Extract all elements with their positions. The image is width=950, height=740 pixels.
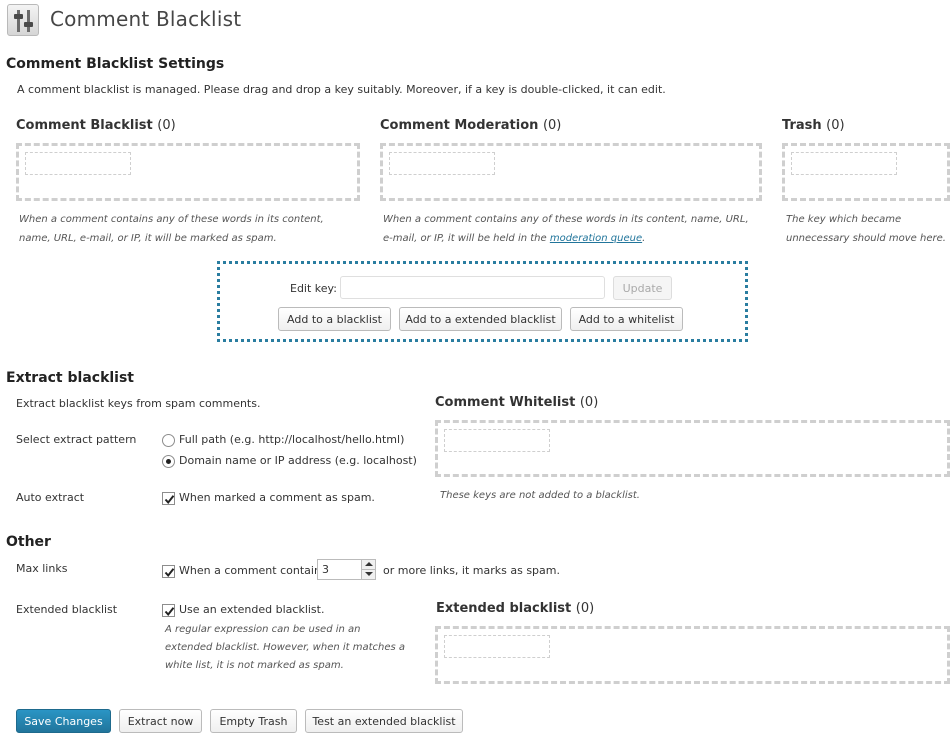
settings-description: A comment blacklist is managed. Please d… <box>17 83 666 96</box>
extended-blacklist-drop-zone[interactable] <box>435 626 950 684</box>
moderation-note-line1: When a comment contains any of these wor… <box>383 214 749 225</box>
settings-sliders-icon <box>7 4 39 36</box>
moderation-note-line2: e-mail, or IP, it will be held in the mo… <box>383 229 749 248</box>
trash-title: Trash (0) <box>782 118 845 133</box>
auto-extract-checkbox-label[interactable]: When marked a comment as spam. <box>179 491 375 504</box>
max-links-label: Max links <box>16 562 68 575</box>
edit-key-panel: Edit key: Update Add to a blacklist Add … <box>217 261 748 342</box>
whitelist-title-text: Comment Whitelist <box>435 395 576 410</box>
trash-note: The key which became unnecessary should … <box>786 210 946 248</box>
trash-title-text: Trash <box>782 118 822 133</box>
whitelist-note: These keys are not added to a blacklist. <box>440 490 640 501</box>
settings-heading: Comment Blacklist Settings <box>6 56 225 72</box>
stepper-down-arrow-icon[interactable] <box>361 570 375 579</box>
checkmark-icon <box>164 495 175 505</box>
add-to-blacklist-button[interactable]: Add to a blacklist <box>278 307 391 331</box>
moderation-note-suffix: . <box>642 233 646 244</box>
add-to-extended-blacklist-button[interactable]: Add to a extended blacklist <box>399 307 562 331</box>
extended-placeholder-slot <box>444 635 550 658</box>
moderation-note: When a comment contains any of these wor… <box>383 210 749 248</box>
whitelist-drop-zone[interactable] <box>435 420 950 477</box>
extended-note-line2: extended blacklist. However, when it mat… <box>165 642 406 653</box>
extended-blacklist-note: A regular expression can be used in an e… <box>165 621 405 675</box>
full-path-radio[interactable] <box>162 434 175 447</box>
extended-list-title-text: Extended blacklist <box>436 601 572 616</box>
moderation-count: (0) <box>542 118 562 133</box>
stepper-up-arrow-icon[interactable] <box>361 560 375 570</box>
extract-pattern-label: Select extract pattern <box>16 433 137 446</box>
extended-blacklist-label: Extended blacklist <box>16 603 118 616</box>
domain-radio[interactable] <box>162 455 175 468</box>
auto-extract-checkbox[interactable] <box>162 492 175 505</box>
whitelist-placeholder-slot <box>444 429 550 452</box>
blacklist-note-line1: When a comment contains any of these wor… <box>19 214 324 225</box>
moderation-title-text: Comment Moderation <box>380 118 539 133</box>
extract-description: Extract blacklist keys from spam comment… <box>16 397 261 410</box>
extended-note-line1: A regular expression can be used in an <box>165 624 361 635</box>
empty-trash-button[interactable]: Empty Trash <box>210 709 297 733</box>
extended-blacklist-checkbox-label[interactable]: Use an extended blacklist. <box>179 603 324 616</box>
full-path-option-label[interactable]: Full path (e.g. http://localhost/hello.h… <box>179 433 404 446</box>
page-title: Comment Blacklist <box>50 7 242 31</box>
moderation-drop-zone[interactable] <box>380 143 762 201</box>
blacklist-placeholder-slot <box>25 152 131 175</box>
max-links-suffix: or more links, it marks as spam. <box>383 564 560 577</box>
checkmark-icon <box>164 607 175 617</box>
extended-blacklist-checkbox[interactable] <box>162 604 175 617</box>
trash-count: (0) <box>826 118 845 133</box>
save-changes-button[interactable]: Save Changes <box>16 709 111 733</box>
other-heading: Other <box>6 534 51 550</box>
blacklist-count: (0) <box>157 118 176 133</box>
blacklist-title: Comment Blacklist (0) <box>16 118 176 133</box>
max-links-stepper[interactable]: 3 <box>317 559 376 580</box>
blacklist-title-text: Comment Blacklist <box>16 118 153 133</box>
trash-note-line2: unnecessary should move here. <box>786 233 946 244</box>
trash-drop-zone[interactable] <box>782 143 950 201</box>
extended-note-line3: white list, it is not marked as spam. <box>165 660 344 671</box>
whitelist-title: Comment Whitelist (0) <box>435 395 598 410</box>
update-button[interactable]: Update <box>613 276 672 300</box>
blacklist-note-line2: name, URL, e-mail, or IP, it will be mar… <box>19 233 277 244</box>
max-links-value[interactable]: 3 <box>322 563 329 576</box>
moderation-placeholder-slot <box>389 152 495 175</box>
moderation-queue-link[interactable]: moderation queue <box>550 233 642 244</box>
trash-placeholder-slot <box>791 152 897 175</box>
auto-extract-label: Auto extract <box>16 491 85 504</box>
domain-option-label[interactable]: Domain name or IP address (e.g. localhos… <box>179 454 417 467</box>
add-to-whitelist-button[interactable]: Add to a whitelist <box>570 307 683 331</box>
extended-list-title: Extended blacklist (0) <box>436 601 594 616</box>
extract-heading: Extract blacklist <box>6 370 135 386</box>
extract-now-button[interactable]: Extract now <box>119 709 202 733</box>
extended-list-count: (0) <box>575 601 595 616</box>
moderation-title: Comment Moderation (0) <box>380 118 561 133</box>
moderation-note-prefix: e-mail, or IP, it will be held in the <box>383 233 550 244</box>
max-links-prefix: When a comment contains <box>179 564 327 577</box>
blacklist-drop-zone[interactable] <box>16 143 360 201</box>
checkmark-icon <box>164 568 175 578</box>
edit-key-label: Edit key: <box>290 282 337 295</box>
blacklist-note: When a comment contains any of these wor… <box>19 210 324 248</box>
whitelist-count: (0) <box>579 395 599 410</box>
trash-note-line1: The key which became <box>786 214 902 225</box>
max-links-checkbox[interactable] <box>162 565 175 578</box>
test-extended-blacklist-button[interactable]: Test an extended blacklist <box>305 709 463 733</box>
edit-key-input[interactable] <box>340 276 605 299</box>
